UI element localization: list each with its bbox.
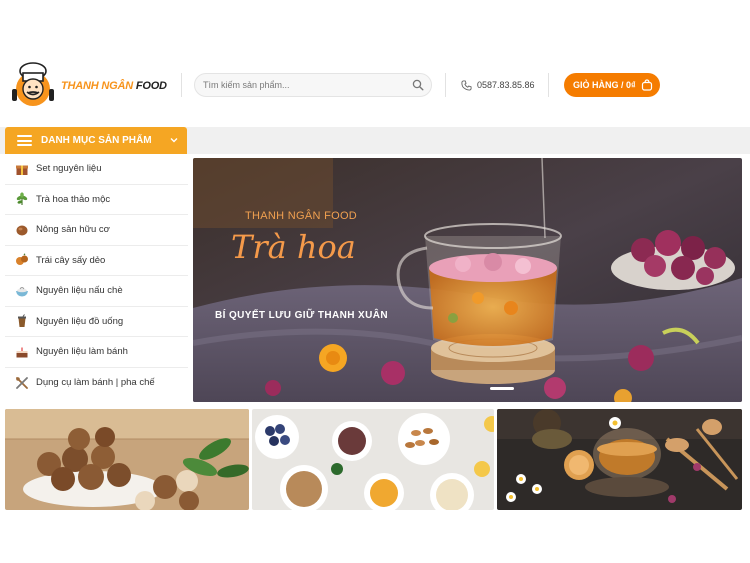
- cart-button[interactable]: GIỎ HÀNG / 0₫: [564, 73, 660, 97]
- promo-thumbnail-herbal-tea[interactable]: [497, 409, 742, 510]
- herbal-tea-image: [497, 409, 742, 510]
- phone-number: 0587.83.85.86: [477, 80, 535, 90]
- header-divider: [548, 73, 549, 97]
- category-menu-toggle[interactable]: DANH MỤC SẢN PHẨM: [5, 127, 187, 154]
- sidebar-item-dung-cu[interactable]: Dụng cụ làm bánh | pha chế: [5, 368, 188, 399]
- gift-box-icon: [16, 165, 28, 175]
- promo-thumbnail-macadamia[interactable]: [5, 409, 249, 510]
- chevron-down-icon: [170, 138, 178, 143]
- logo-brand-part2: FOOD: [135, 80, 167, 92]
- sidebar-item-tra-hoa[interactable]: Trà hoa thảo mộc: [5, 185, 188, 215]
- drink-cup-icon: [18, 314, 26, 328]
- sidebar-item-label: Nguyên liệu đồ uống: [36, 315, 124, 327]
- dessert-bowl-icon: [16, 286, 28, 297]
- cake-icon: [16, 347, 28, 358]
- slider-dot[interactable]: [490, 387, 514, 390]
- search-box: [194, 73, 432, 97]
- sidebar-item-label: Dụng cụ làm bánh | pha chế: [36, 377, 155, 389]
- nut-icon: [16, 225, 28, 236]
- hero-title: Trà hoa: [231, 228, 356, 266]
- sidebar-item-label: Nguyên liệu làm bánh: [36, 346, 128, 358]
- search-icon[interactable]: [412, 79, 424, 91]
- sidebar-item-label: Set nguyên liệu: [36, 163, 102, 175]
- sidebar-item-label: Nông sản hữu cơ: [36, 224, 110, 236]
- utensils-icon: [16, 376, 28, 389]
- category-sidebar: Set nguyên liệu Trà hoa thảo mộc Nông sả…: [5, 154, 188, 400]
- main-nav-bar: DANH MỤC SẢN PHẨM: [0, 127, 750, 154]
- logo-brand-part1: THANH NGÂN: [61, 80, 133, 92]
- hamburger-icon: [17, 135, 32, 146]
- site-header: THANH NGÂN FOOD 0587.83.85.86 GIỎ HÀNG /…: [0, 55, 750, 117]
- macadamia-nuts-image: [5, 409, 249, 510]
- search-input[interactable]: [203, 74, 403, 96]
- sidebar-item-label: Trà hoa thảo mộc: [36, 193, 111, 205]
- herb-leaf-icon: [16, 192, 28, 206]
- sidebar-item-label: Nguyên liệu nấu chè: [36, 285, 123, 297]
- cart-label: GIỎ HÀNG / 0₫: [573, 80, 636, 90]
- chef-logo-icon: [12, 62, 54, 106]
- header-divider: [445, 73, 446, 97]
- sidebar-item-nau-che[interactable]: Nguyên liệu nấu chè: [5, 276, 188, 307]
- hero-tea-image: [193, 158, 742, 402]
- promo-thumbnail-ingredients[interactable]: [252, 409, 494, 510]
- sidebar-item-set-nguyen-lieu[interactable]: Set nguyên liệu: [5, 154, 188, 185]
- sidebar-item-trai-cay[interactable]: Trái cây sấy dẻo: [5, 246, 188, 276]
- hero-brand: THANH NGÂN FOOD: [245, 210, 358, 222]
- dried-fruit-icon: [16, 253, 28, 266]
- phone-icon: [461, 79, 472, 91]
- shopping-bag-icon: [641, 79, 653, 91]
- logo-wordmark: THANH NGÂN FOOD: [61, 80, 167, 92]
- hero-subtitle: BÍ QUYẾT LƯU GIỮ THANH XUÂN: [215, 310, 388, 321]
- hero-banner[interactable]: THANH NGÂN FOOD Trà hoa BÍ QUYẾT LƯU GIỮ…: [193, 158, 742, 402]
- phone-contact[interactable]: 0587.83.85.86: [461, 78, 535, 92]
- sidebar-item-lam-banh[interactable]: Nguyên liệu làm bánh: [5, 337, 188, 368]
- sidebar-item-do-uong[interactable]: Nguyên liệu đồ uống: [5, 307, 188, 337]
- sidebar-item-label: Trái cây sấy dẻo: [36, 254, 106, 266]
- sidebar-item-nong-san[interactable]: Nông sản hữu cơ: [5, 215, 188, 246]
- ingredients-bowls-image: [252, 409, 494, 510]
- site-logo[interactable]: THANH NGÂN FOOD: [8, 61, 180, 109]
- category-menu-label: DANH MỤC SẢN PHẨM: [41, 135, 152, 146]
- header-divider: [181, 73, 182, 97]
